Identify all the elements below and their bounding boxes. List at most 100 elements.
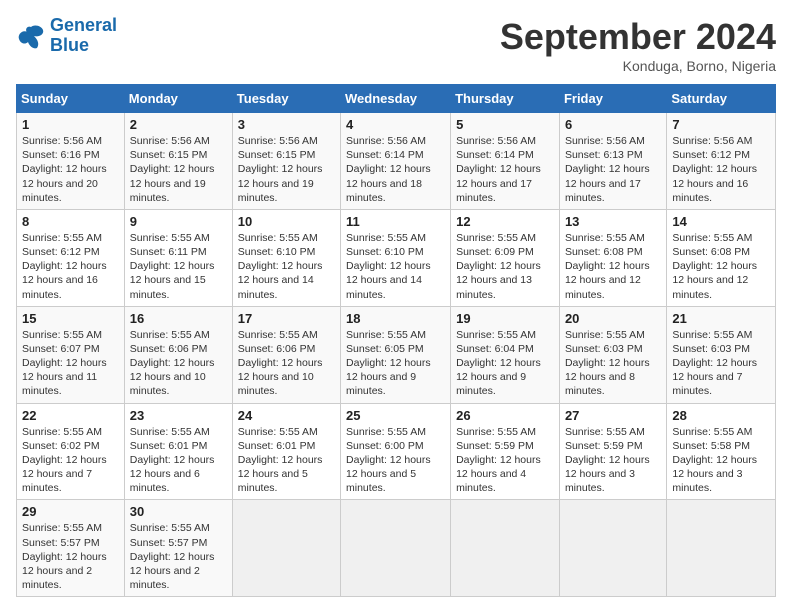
day-cell: 4 Sunrise: 5:56 AMSunset: 6:14 PMDayligh… [341, 113, 451, 210]
calendar-table: SundayMondayTuesdayWednesdayThursdayFrid… [16, 84, 776, 597]
day-cell: 2 Sunrise: 5:56 AMSunset: 6:15 PMDayligh… [124, 113, 232, 210]
week-row-2: 8 Sunrise: 5:55 AMSunset: 6:12 PMDayligh… [17, 209, 776, 306]
day-cell: 1 Sunrise: 5:56 AMSunset: 6:16 PMDayligh… [17, 113, 125, 210]
day-number: 13 [565, 214, 661, 229]
day-info: Sunrise: 5:55 AMSunset: 6:11 PMDaylight:… [130, 231, 227, 302]
day-number: 17 [238, 311, 335, 326]
day-cell: 6 Sunrise: 5:56 AMSunset: 6:13 PMDayligh… [559, 113, 666, 210]
day-number: 3 [238, 117, 335, 132]
day-cell: 24 Sunrise: 5:55 AMSunset: 6:01 PMDaylig… [232, 403, 340, 500]
day-number: 15 [22, 311, 119, 326]
day-info: Sunrise: 5:55 AMSunset: 6:03 PMDaylight:… [565, 328, 661, 399]
col-header-sunday: Sunday [17, 85, 125, 113]
day-number: 28 [672, 408, 770, 423]
day-info: Sunrise: 5:56 AMSunset: 6:14 PMDaylight:… [456, 134, 554, 205]
day-info: Sunrise: 5:56 AMSunset: 6:13 PMDaylight:… [565, 134, 661, 205]
day-cell: 19 Sunrise: 5:55 AMSunset: 6:04 PMDaylig… [451, 306, 560, 403]
col-header-wednesday: Wednesday [341, 85, 451, 113]
day-number: 25 [346, 408, 445, 423]
day-info: Sunrise: 5:55 AMSunset: 5:57 PMDaylight:… [130, 521, 227, 592]
day-cell: 3 Sunrise: 5:56 AMSunset: 6:15 PMDayligh… [232, 113, 340, 210]
day-number: 26 [456, 408, 554, 423]
day-number: 4 [346, 117, 445, 132]
day-info: Sunrise: 5:55 AMSunset: 6:08 PMDaylight:… [565, 231, 661, 302]
day-info: Sunrise: 5:55 AMSunset: 6:02 PMDaylight:… [22, 425, 119, 496]
day-number: 9 [130, 214, 227, 229]
day-cell: 7 Sunrise: 5:56 AMSunset: 6:12 PMDayligh… [667, 113, 776, 210]
title-block: September 2024 Konduga, Borno, Nigeria [500, 16, 776, 74]
day-info: Sunrise: 5:55 AMSunset: 6:01 PMDaylight:… [130, 425, 227, 496]
logo-icon [16, 21, 46, 51]
page-header: General Blue September 2024 Konduga, Bor… [16, 16, 776, 74]
day-number: 30 [130, 504, 227, 519]
day-info: Sunrise: 5:55 AMSunset: 6:03 PMDaylight:… [672, 328, 770, 399]
day-cell [232, 500, 340, 597]
day-number: 6 [565, 117, 661, 132]
day-cell [341, 500, 451, 597]
day-cell: 28 Sunrise: 5:55 AMSunset: 5:58 PMDaylig… [667, 403, 776, 500]
day-info: Sunrise: 5:56 AMSunset: 6:16 PMDaylight:… [22, 134, 119, 205]
day-cell: 23 Sunrise: 5:55 AMSunset: 6:01 PMDaylig… [124, 403, 232, 500]
day-info: Sunrise: 5:55 AMSunset: 6:08 PMDaylight:… [672, 231, 770, 302]
week-row-3: 15 Sunrise: 5:55 AMSunset: 6:07 PMDaylig… [17, 306, 776, 403]
calendar-header-row: SundayMondayTuesdayWednesdayThursdayFrid… [17, 85, 776, 113]
day-info: Sunrise: 5:55 AMSunset: 6:00 PMDaylight:… [346, 425, 445, 496]
day-number: 2 [130, 117, 227, 132]
day-info: Sunrise: 5:56 AMSunset: 6:15 PMDaylight:… [238, 134, 335, 205]
col-header-tuesday: Tuesday [232, 85, 340, 113]
day-number: 19 [456, 311, 554, 326]
day-number: 16 [130, 311, 227, 326]
day-info: Sunrise: 5:55 AMSunset: 6:10 PMDaylight:… [238, 231, 335, 302]
day-number: 12 [456, 214, 554, 229]
day-cell: 14 Sunrise: 5:55 AMSunset: 6:08 PMDaylig… [667, 209, 776, 306]
location: Konduga, Borno, Nigeria [500, 58, 776, 74]
day-number: 24 [238, 408, 335, 423]
day-cell: 21 Sunrise: 5:55 AMSunset: 6:03 PMDaylig… [667, 306, 776, 403]
week-row-5: 29 Sunrise: 5:55 AMSunset: 5:57 PMDaylig… [17, 500, 776, 597]
logo-text: General Blue [50, 16, 117, 56]
day-cell: 18 Sunrise: 5:55 AMSunset: 6:05 PMDaylig… [341, 306, 451, 403]
day-cell: 20 Sunrise: 5:55 AMSunset: 6:03 PMDaylig… [559, 306, 666, 403]
col-header-saturday: Saturday [667, 85, 776, 113]
day-cell: 10 Sunrise: 5:55 AMSunset: 6:10 PMDaylig… [232, 209, 340, 306]
day-info: Sunrise: 5:55 AMSunset: 6:05 PMDaylight:… [346, 328, 445, 399]
day-cell: 26 Sunrise: 5:55 AMSunset: 5:59 PMDaylig… [451, 403, 560, 500]
day-cell: 29 Sunrise: 5:55 AMSunset: 5:57 PMDaylig… [17, 500, 125, 597]
day-cell [559, 500, 666, 597]
day-cell: 5 Sunrise: 5:56 AMSunset: 6:14 PMDayligh… [451, 113, 560, 210]
day-info: Sunrise: 5:55 AMSunset: 5:57 PMDaylight:… [22, 521, 119, 592]
day-info: Sunrise: 5:56 AMSunset: 6:14 PMDaylight:… [346, 134, 445, 205]
day-info: Sunrise: 5:56 AMSunset: 6:15 PMDaylight:… [130, 134, 227, 205]
day-cell: 15 Sunrise: 5:55 AMSunset: 6:07 PMDaylig… [17, 306, 125, 403]
month-title: September 2024 [500, 16, 776, 58]
day-info: Sunrise: 5:55 AMSunset: 6:06 PMDaylight:… [238, 328, 335, 399]
day-number: 11 [346, 214, 445, 229]
day-info: Sunrise: 5:55 AMSunset: 5:58 PMDaylight:… [672, 425, 770, 496]
day-number: 14 [672, 214, 770, 229]
logo: General Blue [16, 16, 117, 56]
col-header-monday: Monday [124, 85, 232, 113]
day-info: Sunrise: 5:55 AMSunset: 6:09 PMDaylight:… [456, 231, 554, 302]
day-info: Sunrise: 5:55 AMSunset: 6:01 PMDaylight:… [238, 425, 335, 496]
day-info: Sunrise: 5:55 AMSunset: 5:59 PMDaylight:… [456, 425, 554, 496]
day-number: 22 [22, 408, 119, 423]
day-cell: 25 Sunrise: 5:55 AMSunset: 6:00 PMDaylig… [341, 403, 451, 500]
day-cell: 11 Sunrise: 5:55 AMSunset: 6:10 PMDaylig… [341, 209, 451, 306]
day-info: Sunrise: 5:55 AMSunset: 6:10 PMDaylight:… [346, 231, 445, 302]
day-info: Sunrise: 5:55 AMSunset: 6:07 PMDaylight:… [22, 328, 119, 399]
day-number: 8 [22, 214, 119, 229]
day-number: 23 [130, 408, 227, 423]
day-cell: 12 Sunrise: 5:55 AMSunset: 6:09 PMDaylig… [451, 209, 560, 306]
day-cell: 13 Sunrise: 5:55 AMSunset: 6:08 PMDaylig… [559, 209, 666, 306]
day-info: Sunrise: 5:55 AMSunset: 5:59 PMDaylight:… [565, 425, 661, 496]
day-info: Sunrise: 5:56 AMSunset: 6:12 PMDaylight:… [672, 134, 770, 205]
day-cell: 8 Sunrise: 5:55 AMSunset: 6:12 PMDayligh… [17, 209, 125, 306]
day-number: 21 [672, 311, 770, 326]
day-cell: 30 Sunrise: 5:55 AMSunset: 5:57 PMDaylig… [124, 500, 232, 597]
day-number: 18 [346, 311, 445, 326]
day-cell [451, 500, 560, 597]
col-header-thursday: Thursday [451, 85, 560, 113]
day-number: 1 [22, 117, 119, 132]
day-cell: 16 Sunrise: 5:55 AMSunset: 6:06 PMDaylig… [124, 306, 232, 403]
day-number: 5 [456, 117, 554, 132]
